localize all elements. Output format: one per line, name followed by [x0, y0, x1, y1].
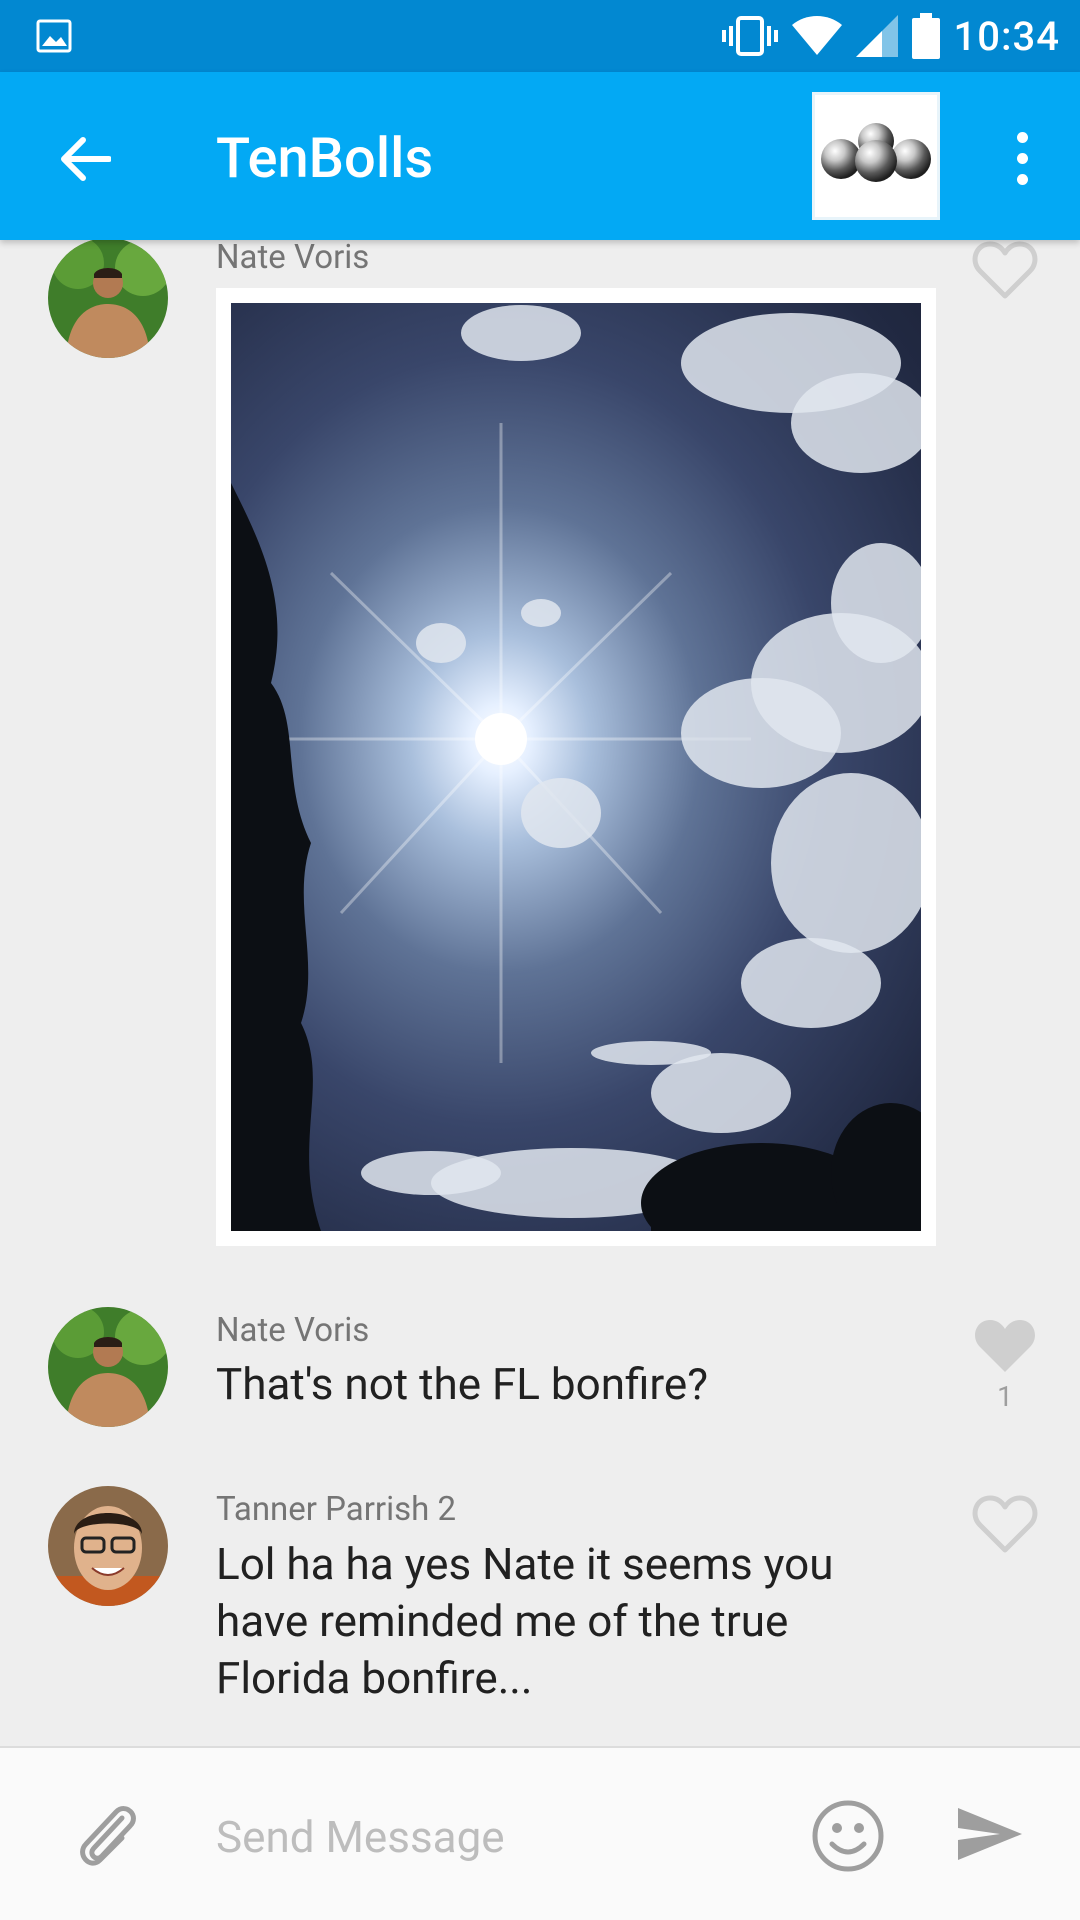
wifi-icon [791, 16, 842, 55]
message-text: Lol ha ha yes Nate it seems you have rem… [216, 1538, 834, 1704]
like-button[interactable] [972, 240, 1038, 300]
sun-through-clouds-photo [231, 303, 921, 1231]
like-count: 1 [997, 1380, 1013, 1413]
paperclip-icon [80, 1806, 136, 1866]
message-input[interactable] [216, 1802, 776, 1872]
overflow-dot [1016, 152, 1028, 164]
back-button[interactable] [50, 124, 120, 194]
heart-filled-icon [975, 1320, 1035, 1372]
conversation-title: TenBolls [216, 125, 434, 191]
avatar-tanner-parrish [48, 1486, 168, 1606]
avatar[interactable] [48, 1307, 168, 1427]
overflow-dot [1016, 131, 1028, 143]
avatar[interactable] [48, 1486, 168, 1606]
image-notification-icon [36, 19, 72, 53]
status-time: 10:34 [953, 12, 1060, 60]
group-image-button[interactable] [812, 92, 940, 220]
attach-button[interactable] [70, 1798, 144, 1872]
avatar-nate-voris [48, 1307, 168, 1427]
smiley-icon [812, 1800, 884, 1872]
like-button[interactable] [972, 1316, 1038, 1376]
overflow-dot [1016, 173, 1028, 185]
send-icon [958, 1808, 1022, 1860]
battery-icon [911, 13, 940, 59]
message-sender: Tanner Parrish 2 [216, 1490, 457, 1529]
heart-outline-icon [972, 241, 1038, 299]
like-button[interactable] [972, 1494, 1038, 1554]
vibrate-icon [721, 16, 778, 56]
heart-outline-icon [972, 1495, 1038, 1553]
cell-signal-icon [855, 15, 898, 57]
message-image[interactable] [216, 288, 936, 1246]
status-bar: 10:34 [0, 0, 1080, 72]
message-composer [0, 1746, 1080, 1920]
message-sender: Nate Voris [216, 1311, 370, 1350]
avatar[interactable] [48, 238, 168, 358]
send-button[interactable] [956, 1804, 1024, 1864]
message-text: That's not the FL bonfire? [216, 1358, 709, 1410]
avatar-nate-voris [48, 238, 168, 358]
emoji-button[interactable] [810, 1798, 886, 1874]
arrow-back-icon [61, 137, 111, 181]
message-sender: Nate Voris [216, 238, 370, 277]
overflow-menu-button[interactable] [992, 126, 1052, 190]
app-bar: TenBolls [0, 72, 1080, 240]
metal-balls-thumbnail [821, 123, 931, 182]
